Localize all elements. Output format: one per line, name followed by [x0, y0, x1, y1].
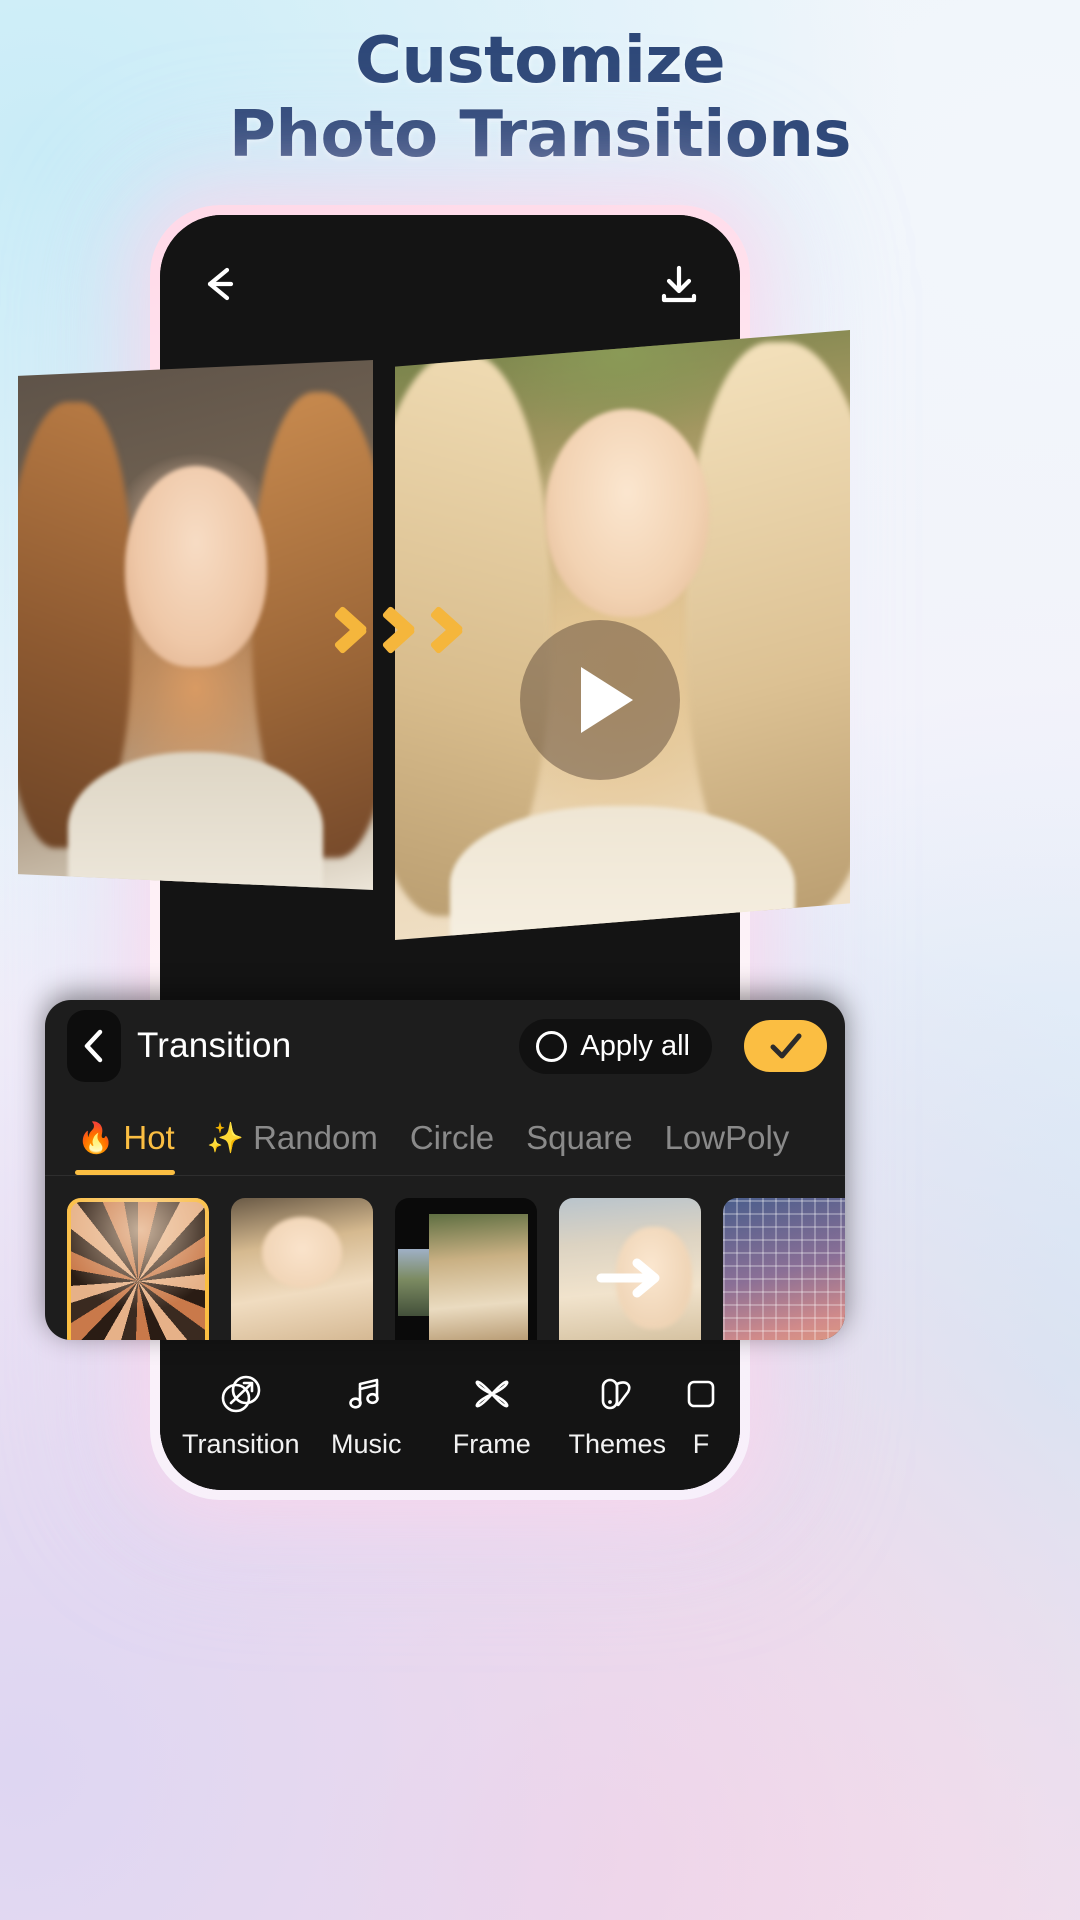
nav-item-themes[interactable]: Themes — [555, 1371, 681, 1460]
tab-label-random: Random — [253, 1119, 378, 1156]
chevron-left-icon — [84, 1029, 103, 1063]
tab-label-circle: Circle — [409, 1119, 495, 1156]
nav-label-music: Music — [330, 1428, 402, 1459]
nav-label-more: F — [692, 1428, 710, 1459]
transition-category-tabs: 🔥 Hot ✨ Random Circle Square LowPoly — [45, 1092, 845, 1176]
photo-card-after[interactable] — [395, 330, 850, 940]
page-title-line1: Customize — [355, 24, 725, 98]
radio-circle-icon — [536, 1030, 568, 1062]
transition-icon — [221, 1375, 261, 1412]
app-topbar — [160, 249, 740, 319]
tab-square[interactable]: Square — [512, 1119, 650, 1175]
nav-label-transition: Transition — [181, 1428, 300, 1459]
nav-label-frame: Frame — [452, 1428, 531, 1459]
fire-icon: 🔥 — [77, 1121, 115, 1155]
portrait-photo-after — [395, 330, 850, 940]
page-title: Customize Photo Transitions — [0, 24, 1080, 172]
transition-thumbnail-list — [45, 1176, 845, 1340]
nav-item-transition[interactable]: Transition — [178, 1371, 304, 1460]
download-icon[interactable] — [652, 257, 706, 311]
check-icon — [770, 1033, 801, 1059]
thumbnail-fade-transition[interactable] — [231, 1198, 373, 1340]
back-arrow-icon[interactable] — [194, 257, 248, 311]
bottom-navigation: Transition Music Frame Themes F — [160, 1340, 740, 1490]
apply-all-button[interactable]: Apply all — [519, 1018, 712, 1074]
music-note-icon — [349, 1378, 380, 1409]
thumbnail-grid-transition[interactable] — [723, 1198, 845, 1340]
nav-item-music[interactable]: Music — [304, 1371, 430, 1460]
tab-circle[interactable]: Circle — [396, 1119, 512, 1175]
transition-panel-header: Transition Apply all — [45, 1000, 845, 1092]
apply-all-label: Apply all — [580, 1029, 690, 1062]
themes-icon — [601, 1378, 631, 1409]
arrow-right-icon — [596, 1258, 660, 1298]
tab-hot[interactable]: 🔥 Hot — [63, 1119, 193, 1175]
flower-frame-icon — [475, 1380, 509, 1407]
thumbnail-push-right-transition[interactable] — [559, 1198, 701, 1340]
portrait-photo-before — [18, 360, 373, 890]
sparkles-icon: ✨ — [206, 1121, 245, 1155]
thumbnail-pinwheel-transition[interactable] — [67, 1198, 209, 1340]
nav-item-frame[interactable]: Frame — [429, 1371, 555, 1460]
tab-lowpoly[interactable]: LowPoly — [651, 1119, 808, 1175]
nav-item-more[interactable]: F — [680, 1371, 722, 1460]
page-title-line2: Photo Transitions — [229, 98, 851, 173]
tab-label-hot: Hot — [123, 1119, 175, 1156]
tab-label-square: Square — [526, 1119, 633, 1156]
panel-title: Transition — [137, 1026, 292, 1065]
transition-panel: Transition Apply all 🔥 Hot ✨ Random Circ… — [45, 1000, 845, 1340]
more-icon — [687, 1380, 715, 1407]
tab-random[interactable]: ✨ Random — [193, 1119, 396, 1175]
photo-card-before[interactable] — [18, 360, 373, 890]
thumbnail-slide-in-transition[interactable] — [395, 1198, 537, 1340]
nav-label-themes: Themes — [568, 1428, 667, 1459]
confirm-button[interactable] — [744, 1020, 827, 1072]
panel-back-button[interactable] — [67, 1010, 121, 1082]
tab-label-lowpoly: LowPoly — [664, 1119, 790, 1156]
